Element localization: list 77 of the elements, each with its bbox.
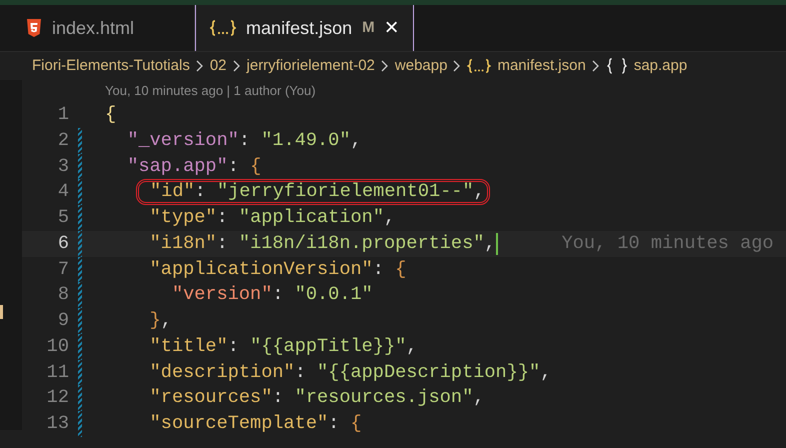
line-number: 3 <box>56 154 69 178</box>
line-number: 12 <box>46 386 69 410</box>
code-token: , <box>384 206 396 230</box>
code-token: "jerryfiorielement01--" <box>216 180 474 204</box>
code-token: "resources.json" <box>294 386 474 410</box>
code-token: : <box>328 412 340 436</box>
code-token: "version" <box>170 283 272 308</box>
code-token: : <box>372 258 385 282</box>
code-token: "title" <box>148 334 228 359</box>
code-token: { <box>350 412 362 436</box>
code-token: , <box>473 386 484 410</box>
line-number: 7 <box>56 258 69 282</box>
code-token: "sap.app" <box>126 154 228 178</box>
code-token: "description" <box>148 360 295 384</box>
modified-indicator: M <box>362 18 375 38</box>
chevron-right-icon <box>592 60 600 72</box>
blame-annotation[interactable]: You, 10 minutes ago | 1 author (You) <box>22 80 786 102</box>
code-token: : <box>294 360 307 384</box>
code-token: "type" <box>148 206 217 230</box>
code-token: : <box>272 283 285 308</box>
line-number: 1 <box>56 103 69 127</box>
code-token: , <box>406 334 418 359</box>
code-token: "{{appDescription}}" <box>317 360 540 384</box>
chevron-right-icon <box>232 60 241 72</box>
code-token: } <box>148 309 161 333</box>
line-number: 8 <box>56 283 69 308</box>
code-token: : <box>194 180 207 204</box>
line-number: 13 <box>46 412 69 436</box>
code-token: { <box>105 103 116 127</box>
chevron-right-icon <box>196 60 204 72</box>
code-token: "applicationVersion" <box>148 258 373 282</box>
json-file-icon <box>210 19 236 37</box>
code-token: , <box>160 309 172 333</box>
code-token: "application" <box>238 206 384 230</box>
breadcrumb-item[interactable]: manifest.json <box>467 54 586 78</box>
line-number: 5 <box>56 206 69 230</box>
breadcrumb-item[interactable]: webapp <box>394 54 448 78</box>
line-number: 9 <box>56 309 69 333</box>
close-tab-button[interactable]: × <box>384 16 399 40</box>
line-number: 2 <box>56 128 69 153</box>
code-token: "i18n/i18n.properties" <box>238 232 484 256</box>
chevron-right-icon <box>453 60 462 72</box>
text-cursor <box>496 232 498 255</box>
code-token: "_version" <box>126 128 239 153</box>
code-token: "id" <box>150 180 195 204</box>
line-number: 10 <box>46 334 69 359</box>
code-token: { <box>395 258 406 282</box>
code-token: : <box>216 206 229 230</box>
inline-blame: You, 10 minutes ago <box>562 232 774 256</box>
code-token: , <box>540 360 552 384</box>
line-number: 4 <box>56 180 69 204</box>
breadcrumb-item[interactable]: Fiori-Elements-Tutotials <box>32 54 190 78</box>
editor-tab[interactable]: manifest.json M × <box>195 5 414 51</box>
html-file-icon <box>26 19 42 37</box>
chevron-right-icon <box>380 60 389 72</box>
code-token: { <box>250 154 262 178</box>
code-token: "i18n" <box>148 232 217 256</box>
code-token: "1.49.0" <box>261 128 350 153</box>
code-token: : <box>228 334 240 359</box>
code-token: , <box>484 232 496 256</box>
breadcrumb-item[interactable]: 02 <box>210 54 227 78</box>
braces-icon <box>606 58 628 74</box>
line-number: 11 <box>46 360 69 384</box>
code-token: , <box>474 180 485 204</box>
code-token: "sourceTemplate" <box>148 412 328 436</box>
code-token: : <box>216 232 229 256</box>
breadcrumb-item[interactable]: jerryfiorielement-02 <box>246 54 375 78</box>
code-token: : <box>238 128 252 153</box>
code-token: , <box>350 128 362 153</box>
code-token: : <box>228 154 240 178</box>
code-token: "{{appTitle}}" <box>250 334 406 359</box>
code-token: "resources" <box>148 386 272 410</box>
code-token: "0.0.1" <box>294 283 373 308</box>
line-number: 6 <box>56 232 69 256</box>
code-token: : <box>272 386 285 410</box>
json-file-icon <box>467 58 492 74</box>
breadcrumb-item[interactable]: sap.app <box>606 54 688 78</box>
